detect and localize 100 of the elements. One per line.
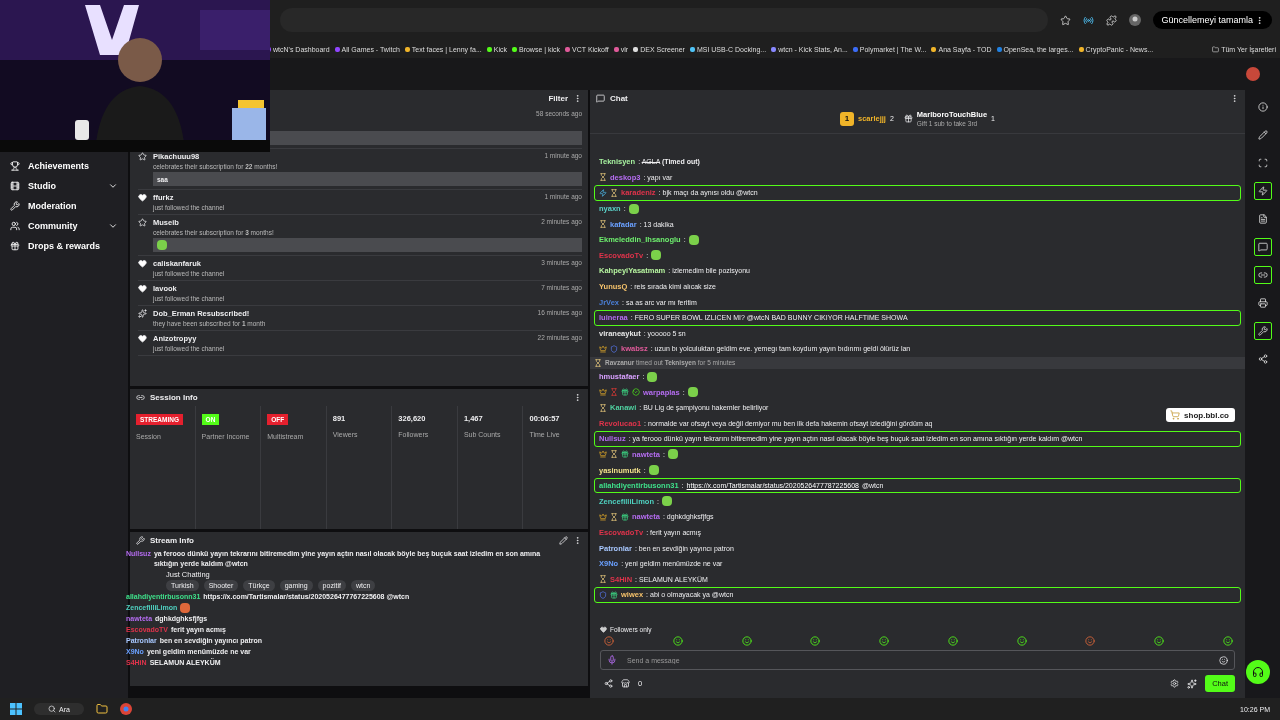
search-icon [48, 705, 56, 713]
hourglass-icon [599, 220, 607, 229]
gift-icon [621, 512, 629, 521]
emote-icon [661, 496, 672, 507]
points-icon [604, 679, 613, 688]
edit-icon[interactable] [559, 536, 568, 545]
link-icon [136, 393, 145, 402]
heart-icon [138, 193, 147, 202]
crown-icon [599, 388, 607, 397]
gift-icon [610, 590, 618, 599]
store-icon [621, 679, 630, 688]
gift-icon [903, 114, 913, 123]
hourglass-icon [610, 189, 618, 197]
document-icon [1257, 214, 1268, 224]
sparkle-icon [138, 309, 147, 318]
hourglass-icon [599, 403, 607, 412]
pencil-icon [1257, 130, 1268, 140]
avatar-icon [1129, 14, 1142, 26]
share-icon [1257, 354, 1268, 364]
heart-icon [138, 334, 147, 343]
crown-icon [599, 344, 607, 353]
capture-icon [1257, 158, 1268, 168]
star-icon [138, 152, 147, 161]
trophy-icon [10, 161, 20, 171]
settings-icon[interactable] [1170, 679, 1180, 688]
extensions-icon[interactable] [1106, 14, 1118, 26]
film-icon [10, 181, 20, 191]
start-icon[interactable] [10, 703, 22, 715]
panel-title: Session Info [150, 393, 198, 402]
headset-icon [1252, 666, 1264, 678]
star-icon [138, 218, 147, 227]
emote-icon [688, 234, 699, 245]
sidebar-item[interactable]: Moderation [0, 196, 128, 216]
rail-button[interactable] [1253, 182, 1272, 200]
more-icon [1255, 15, 1264, 25]
info-icon [1257, 102, 1268, 112]
sparkle-icon[interactable] [1187, 678, 1198, 689]
wrench-icon [1257, 326, 1268, 336]
emote-icon [667, 449, 678, 460]
emote-icon [647, 371, 658, 382]
emote-icon [687, 387, 698, 398]
gift-icon [621, 388, 629, 397]
panel-title: Chat [610, 94, 628, 103]
rail-button[interactable] [1253, 266, 1272, 284]
people-icon [10, 221, 20, 231]
folder-icon[interactable] [95, 703, 108, 715]
emote-icon [157, 240, 167, 250]
rail-button[interactable] [1253, 322, 1272, 340]
heart-icon [138, 284, 147, 293]
heart-icon [600, 626, 607, 633]
hourglass-icon [599, 575, 607, 584]
emote-icon[interactable] [604, 636, 614, 646]
sidebar-item[interactable]: Community [0, 216, 128, 236]
hourglass-icon [610, 388, 618, 397]
chevron-icon [108, 221, 118, 231]
bookmark-star-icon[interactable] [1060, 14, 1072, 26]
browser-icon[interactable] [119, 703, 132, 715]
link-icon [1257, 270, 1268, 280]
logo-icon [1246, 67, 1260, 81]
chat-icon [596, 94, 605, 103]
emoji-icon[interactable] [1219, 655, 1228, 665]
shield-icon [599, 590, 607, 599]
bolt-icon [599, 189, 607, 197]
emote-icon [651, 250, 662, 261]
hourglass-icon [610, 450, 618, 459]
heart-icon [138, 259, 147, 268]
hourglass-icon [610, 512, 618, 521]
sidebar-item[interactable]: Achievements [0, 156, 128, 176]
folder-icon [1212, 45, 1220, 53]
update-button[interactable]: Güncellemeyi tamamla [1153, 11, 1272, 29]
emote-icon [648, 465, 659, 476]
more-icon[interactable] [573, 393, 582, 402]
filter-button[interactable]: Filter [548, 94, 568, 103]
hourglass-icon [599, 173, 607, 182]
gift-icon [621, 450, 629, 459]
verified-icon [632, 388, 640, 397]
bolt-icon [1257, 186, 1268, 196]
cart-icon [1170, 410, 1181, 420]
emote-icon [628, 203, 639, 214]
crown-icon [599, 512, 607, 521]
sidebar-item[interactable]: Drops & rewards [0, 236, 128, 256]
more-icon[interactable] [1230, 94, 1239, 103]
sidebar-item[interactable]: Studio [0, 176, 128, 196]
wrench-icon [136, 536, 145, 545]
hourglass-icon [594, 358, 602, 367]
rank-badge: 1 [839, 111, 854, 126]
printer-icon [1257, 298, 1268, 308]
more-icon[interactable] [573, 536, 582, 545]
chevron-icon [108, 181, 118, 191]
microphone-icon [607, 655, 617, 665]
more-icon[interactable] [573, 94, 582, 103]
chat-icon [1257, 242, 1268, 252]
shop-text: shop.bbl.co [1184, 410, 1229, 420]
audio-icon[interactable] [1083, 14, 1095, 26]
emote-icon[interactable] [1085, 636, 1096, 646]
rail-button[interactable] [1253, 238, 1272, 256]
shield-icon [610, 344, 618, 353]
crown-icon [599, 450, 607, 459]
wrench-icon [10, 201, 20, 211]
panel-title: Stream Info [150, 536, 194, 545]
